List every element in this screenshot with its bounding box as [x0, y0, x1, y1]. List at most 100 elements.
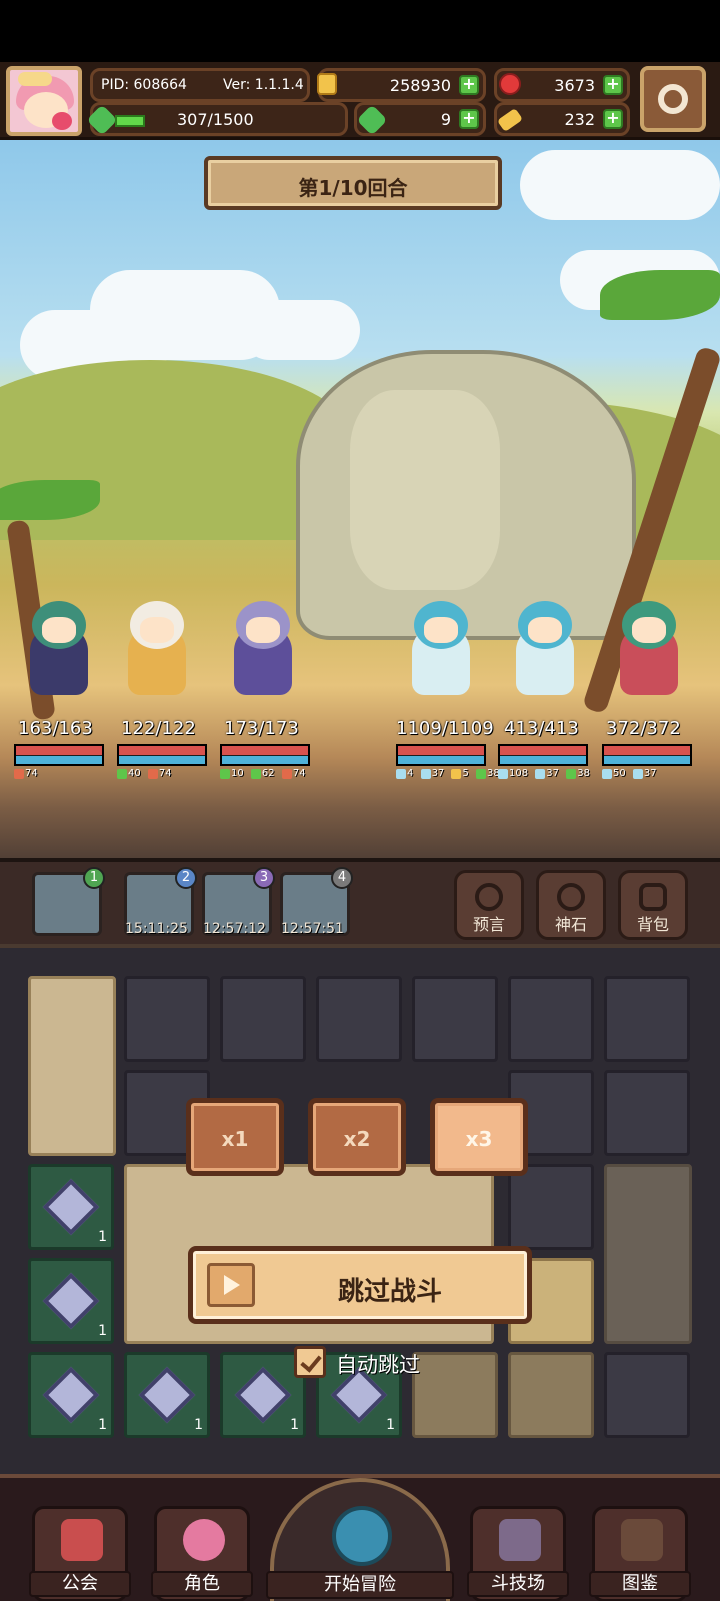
nav-codex-label: 图鉴 [589, 1571, 691, 1597]
battle-scene: 第1/10回合 163/163 122/122 173/173 1109/110… [0, 140, 720, 858]
buff-value: 4 [407, 768, 414, 779]
divine-stone-label: 神石 [554, 915, 587, 934]
nav-arena-button[interactable]: 斗技场 [467, 1506, 569, 1601]
grid-cell[interactable] [508, 1352, 594, 1438]
speed-x2-button[interactable]: x2 [308, 1098, 406, 1176]
ally-hero-3[interactable] [218, 595, 308, 705]
gem-icon [138, 1366, 196, 1424]
grid-cell[interactable] [508, 976, 594, 1062]
skip-battle-label: 跳过战斗 [337, 1277, 442, 1307]
exp-progress-bar [115, 115, 145, 127]
add-gold-button[interactable]: + [459, 75, 479, 95]
stage-slot-2[interactable]: 2 15:11:25 [124, 867, 197, 937]
rock-detail [350, 390, 500, 590]
key-plate: 232 + [494, 102, 630, 136]
slot-timer: 12:57:12 [203, 921, 266, 937]
enemy-3-hp-bar [602, 744, 692, 766]
stage-slot-1[interactable]: 1 [32, 867, 105, 936]
buff-value: 74 [158, 768, 172, 779]
ally-hero-1[interactable] [14, 595, 104, 705]
buff-value: 37 [431, 768, 445, 779]
grid-cell[interactable] [604, 976, 690, 1062]
ally-hero-2[interactable] [112, 595, 202, 705]
ally-1-buffs: 74 [14, 768, 42, 790]
enemy-3-buffs: 50 37 [602, 768, 661, 790]
key-icon [496, 107, 524, 133]
add-clover-button[interactable]: + [459, 109, 479, 129]
gold-amount: 258930 [389, 76, 451, 95]
gem-item[interactable]: 1 [28, 1164, 114, 1250]
grid-cell[interactable] [604, 1352, 690, 1438]
shield-icon [396, 768, 406, 779]
gem-icon [234, 1366, 292, 1424]
buff-value: 74 [25, 768, 38, 779]
gem-item[interactable]: 1 [124, 1352, 210, 1438]
shield-icon [602, 768, 612, 779]
round-counter: 第1/10回合 [298, 176, 408, 200]
slot-number-badge: 3 [253, 867, 275, 889]
item-count: 1 [386, 1417, 395, 1433]
plant-item[interactable] [28, 976, 116, 1156]
add-apple-button[interactable]: + [603, 75, 623, 95]
slot-timer: 12:57:51 [281, 921, 344, 937]
enemy-unit-3[interactable] [604, 595, 694, 705]
nav-guild-button[interactable]: 公会 [29, 1506, 131, 1601]
gear-icon [658, 84, 688, 114]
spade-icon [420, 768, 431, 779]
nav-codex-button[interactable]: 图鉴 [589, 1506, 691, 1601]
nav-start-adventure-button[interactable]: 开始冒险 [266, 1478, 454, 1601]
speed-x3-button[interactable]: x3 [430, 1098, 528, 1176]
nav-characters-button[interactable]: 角色 [151, 1506, 253, 1601]
add-key-button[interactable]: + [603, 109, 623, 129]
divine-stone-button[interactable]: 神石 [536, 870, 606, 940]
enemy-2-buffs: 108 37 38 [498, 768, 594, 790]
ally-1-hp: 163/163 [18, 718, 93, 739]
flame-icon [147, 768, 158, 779]
gem-item[interactable]: 1 [28, 1258, 114, 1344]
ally-2-hp: 122/122 [121, 718, 196, 739]
gem-icon [42, 1272, 100, 1330]
grid-cell[interactable] [220, 976, 306, 1062]
enemy-unit-1[interactable] [396, 595, 486, 705]
gem-item[interactable]: 1 [28, 1352, 114, 1438]
buff-value: 38 [577, 768, 590, 779]
speed-x1-button[interactable]: x1 [186, 1098, 284, 1176]
buff-value: 10 [231, 768, 244, 779]
ally-3-hp-bar [220, 744, 310, 766]
buff-value: 108 [509, 768, 529, 779]
flame-icon [281, 768, 292, 779]
settings-button[interactable] [640, 66, 706, 132]
pot-item[interactable] [412, 1352, 498, 1438]
buff-value: 50 [613, 768, 626, 779]
energy-clover-icon [86, 104, 118, 136]
enemy-unit-2[interactable] [500, 595, 590, 705]
prophecy-button[interactable]: 预言 [454, 870, 524, 940]
slot-number-badge: 1 [83, 867, 105, 889]
player-avatar[interactable] [6, 66, 82, 136]
grid-cell[interactable] [604, 1070, 690, 1156]
fast-forward-icon [207, 1263, 255, 1307]
clover-amount: 9 [440, 110, 451, 129]
item-count: 1 [98, 1323, 107, 1339]
plant-item-faded[interactable] [604, 1164, 692, 1344]
backpack-label: 背包 [636, 915, 669, 934]
crossed-swords-icon [499, 1519, 541, 1561]
stage-slot-4[interactable]: 4 12:57:51 [280, 867, 353, 937]
checkbox-checked-icon[interactable] [294, 1346, 326, 1378]
magnifier-icon [332, 1506, 392, 1566]
key-amount: 232 [564, 110, 595, 129]
grid-cell[interactable] [508, 1164, 594, 1250]
clover-icon [356, 104, 388, 136]
grid-cell[interactable] [412, 976, 498, 1062]
backpack-icon [639, 883, 667, 911]
grid-cell[interactable] [124, 976, 210, 1062]
nav-characters-label: 角色 [151, 1571, 253, 1597]
buff-value: 40 [128, 768, 141, 779]
character-icon [183, 1519, 225, 1561]
skip-battle-button[interactable]: 跳过战斗 [188, 1246, 532, 1324]
stage-slot-3[interactable]: 3 12:57:12 [202, 867, 275, 937]
backpack-button[interactable]: 背包 [618, 870, 688, 940]
ally-2-buffs: 40 74 [117, 768, 176, 790]
grid-cell[interactable] [316, 976, 402, 1062]
gem-icon [42, 1366, 100, 1424]
